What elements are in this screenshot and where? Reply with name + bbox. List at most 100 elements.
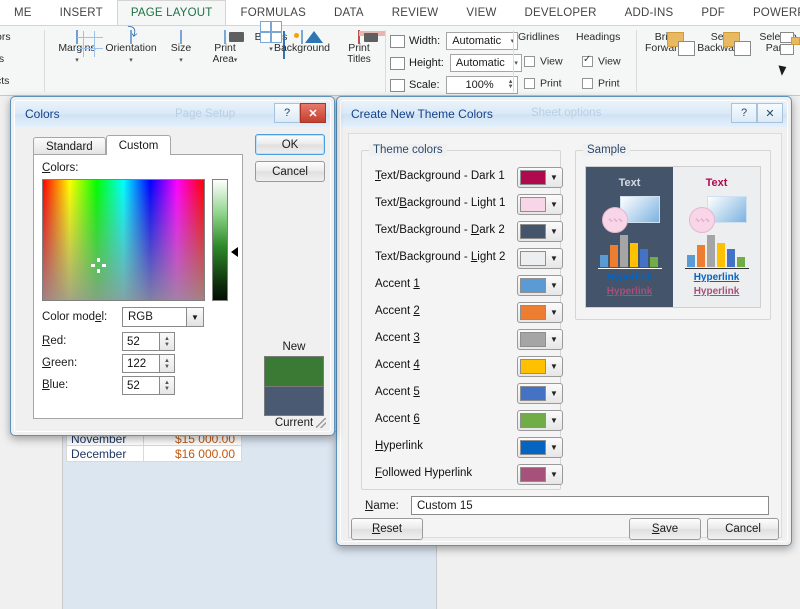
- background-button[interactable]: Background: [266, 32, 338, 54]
- gridlines-print-checkbox[interactable]: Print: [524, 78, 580, 89]
- chevron-down-icon[interactable]: ▼: [546, 308, 562, 317]
- sample-hyperlink-dark[interactable]: Hyperlink: [586, 272, 673, 283]
- sample-chart-bar: [687, 255, 695, 267]
- table-row[interactable]: December $16 000.00: [66, 445, 242, 462]
- chevron-down-icon[interactable]: ▼: [186, 308, 203, 326]
- group-divider: [385, 30, 386, 92]
- sample-hyperlink-light[interactable]: Hyperlink: [673, 272, 760, 283]
- send-backward-button[interactable]: Send Backward ▾: [694, 32, 752, 55]
- scale-spinner[interactable]: 100% ▲▼: [446, 76, 518, 94]
- save-button[interactable]: Save: [629, 518, 701, 540]
- theme-fonts-button[interactable]: ts▾: [0, 54, 40, 77]
- theme-color-swatch-button[interactable]: ▼: [517, 194, 563, 215]
- sample-followed-hyperlink-light[interactable]: Hyperlink: [673, 286, 760, 297]
- theme-color-swatch-button[interactable]: ▼: [517, 437, 563, 458]
- color-model-select[interactable]: RGB ▼: [122, 307, 204, 327]
- chevron-down-icon[interactable]: ▼: [546, 200, 562, 209]
- chevron-down-icon[interactable]: ▼: [546, 443, 562, 452]
- tab-add-ins[interactable]: ADD-INS: [611, 0, 688, 25]
- theme-color-swatch-button[interactable]: ▼: [517, 383, 563, 404]
- chevron-down-icon[interactable]: ▼: [546, 389, 562, 398]
- ok-button[interactable]: OK: [255, 134, 325, 155]
- theme-color-swatch-button[interactable]: ▼: [517, 464, 563, 485]
- theme-color-swatch-button[interactable]: ▼: [517, 275, 563, 296]
- print-titles-button[interactable]: Print Titles: [337, 32, 381, 65]
- width-combo[interactable]: Automatic▾: [446, 32, 518, 50]
- orientation-button[interactable]: ⤵ Orientation ▾: [103, 32, 159, 66]
- tab-review[interactable]: REVIEW: [378, 0, 453, 25]
- help-icon[interactable]: ?: [274, 103, 300, 123]
- tab-standard[interactable]: Standard: [33, 137, 106, 155]
- chevron-down-icon[interactable]: ▼: [546, 362, 562, 371]
- sample-dark-pane: Text ∿∿∿ Hyperlink Hyperlink: [586, 167, 673, 307]
- bring-forward-button[interactable]: Bring Forward ▾: [640, 32, 694, 55]
- luminance-slider-handle[interactable]: [231, 247, 238, 257]
- red-stepper[interactable]: 52 ▲▼: [122, 332, 175, 351]
- theme-color-swatch-button[interactable]: ▼: [517, 356, 563, 377]
- blue-stepper[interactable]: 52 ▲▼: [122, 376, 175, 395]
- headings-view-checkbox[interactable]: View: [582, 56, 638, 67]
- size-button[interactable]: Size ▾: [160, 32, 202, 66]
- theme-color-swatch-button[interactable]: ▼: [517, 302, 563, 323]
- blue-value[interactable]: 52: [122, 376, 160, 395]
- colors-cancel-button[interactable]: Cancel: [255, 161, 325, 182]
- color-crosshair-marker[interactable]: [91, 258, 106, 273]
- theme-name-input[interactable]: Custom 15: [411, 496, 769, 515]
- chevron-down-icon[interactable]: ▼: [546, 173, 562, 182]
- chevron-down-icon[interactable]: ▼: [546, 281, 562, 290]
- close-icon[interactable]: ✕: [300, 103, 326, 123]
- ribbon-tab-strip: ME INSERT PAGE LAYOUT FORMULAS DATA REVI…: [0, 0, 800, 26]
- green-spin-buttons[interactable]: ▲▼: [160, 354, 175, 373]
- create-new-theme-colors-dialog: Create New Theme Colors Sheet options ? …: [336, 96, 792, 546]
- tab-developer[interactable]: DEVELOPER: [511, 0, 611, 25]
- headings-print-checkbox[interactable]: Print: [582, 78, 638, 89]
- tab-insert[interactable]: INSERT: [46, 0, 117, 25]
- red-spin-buttons[interactable]: ▲▼: [160, 332, 175, 351]
- print-area-button[interactable]: Print Area▾: [202, 32, 248, 66]
- tab-custom[interactable]: Custom: [106, 135, 172, 155]
- theme-dialog-titlebar[interactable]: Create New Theme Colors Sheet options ? …: [341, 101, 787, 127]
- headings-label: Headings: [576, 32, 628, 43]
- theme-color-swatch-button[interactable]: ▼: [517, 248, 563, 269]
- color-swatch: [520, 332, 546, 347]
- green-value[interactable]: 122: [122, 354, 160, 373]
- color-gradient-picker[interactable]: [42, 179, 205, 301]
- gridlines-view-checkbox[interactable]: View: [524, 56, 580, 67]
- help-icon[interactable]: ?: [731, 103, 757, 123]
- sample-chart-bar: [620, 235, 628, 267]
- resize-grip[interactable]: [316, 418, 326, 428]
- chevron-down-icon[interactable]: ▼: [546, 335, 562, 344]
- tab-pdf[interactable]: PDF: [687, 0, 739, 25]
- theme-colors-button[interactable]: ors▾: [0, 32, 40, 55]
- blue-spin-buttons[interactable]: ▲▼: [160, 376, 175, 395]
- sample-preview: Text ∿∿∿ Hyperlink Hyperlink Text: [585, 166, 761, 308]
- tab-page-layout[interactable]: PAGE LAYOUT: [117, 0, 227, 25]
- sample-text-dark: Text: [586, 177, 673, 189]
- chevron-down-icon[interactable]: ▼: [546, 470, 562, 479]
- theme-color-swatch-button[interactable]: ▼: [517, 167, 563, 188]
- red-value[interactable]: 52: [122, 332, 160, 351]
- checkbox-box: [524, 56, 535, 67]
- sample-chart-bar: [727, 249, 735, 267]
- colors-dialog-titlebar[interactable]: Colors Page Setup ? ✕: [15, 101, 330, 127]
- tab-powerpivot[interactable]: POWERPIVOT: [739, 0, 800, 25]
- theme-color-swatch-button[interactable]: ▼: [517, 329, 563, 350]
- margins-button[interactable]: Margins ▾: [52, 32, 102, 66]
- chevron-down-icon[interactable]: ▼: [546, 416, 562, 425]
- theme-cancel-button[interactable]: Cancel: [707, 518, 779, 540]
- theme-color-label: Accent 4: [375, 359, 420, 371]
- reset-button[interactable]: Reset: [351, 518, 423, 540]
- theme-color-swatch-button[interactable]: ▼: [517, 221, 563, 242]
- chevron-down-icon[interactable]: ▼: [546, 227, 562, 236]
- green-stepper[interactable]: 122 ▲▼: [122, 354, 175, 373]
- luminance-slider[interactable]: [212, 179, 228, 301]
- close-icon[interactable]: ✕: [757, 103, 783, 123]
- height-combo[interactable]: Automatic▾: [450, 54, 522, 72]
- tab-home[interactable]: ME: [0, 0, 46, 25]
- tab-data[interactable]: DATA: [320, 0, 378, 25]
- selection-pane-button[interactable]: Selectio Pane: [752, 32, 800, 54]
- tab-view[interactable]: VIEW: [452, 0, 510, 25]
- theme-color-swatch-button[interactable]: ▼: [517, 410, 563, 431]
- sample-followed-hyperlink-dark[interactable]: Hyperlink: [586, 286, 673, 297]
- chevron-down-icon[interactable]: ▼: [546, 254, 562, 263]
